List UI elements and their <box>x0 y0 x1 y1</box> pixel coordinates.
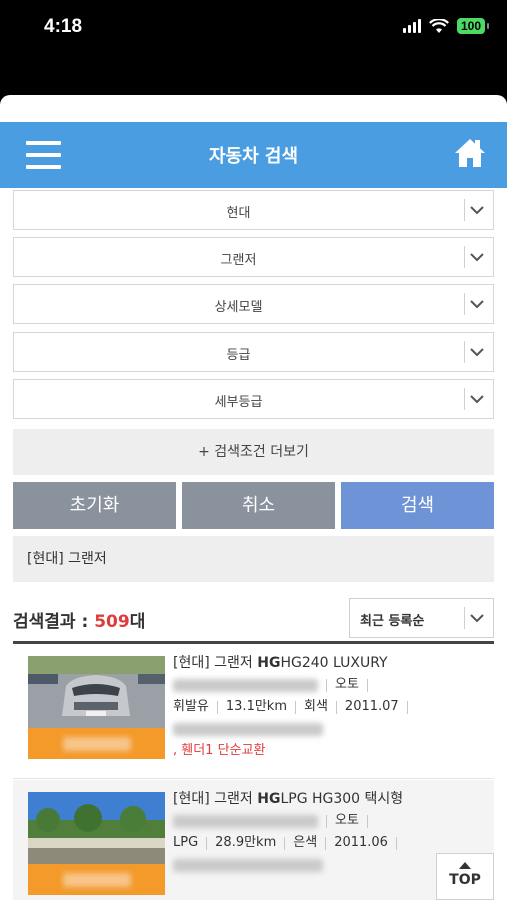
battery-indicator: 100 <box>456 18 490 34</box>
listing-title[interactable]: [현대] 그랜저 HGHG240 LUXURY <box>173 652 490 674</box>
blurred-text <box>173 678 318 692</box>
status-indicators: 100 <box>402 18 490 34</box>
blurred-text <box>173 814 318 828</box>
select-divider <box>464 293 465 315</box>
cellular-signal-icon <box>402 19 421 33</box>
blurred-text <box>173 722 323 736</box>
model-year: 2011.07 <box>344 699 399 714</box>
chevron-down-icon <box>470 206 484 215</box>
chevron-down-icon <box>470 253 484 262</box>
separator <box>335 700 337 714</box>
detail-model-select[interactable]: 상세모델 <box>13 284 494 324</box>
thumbnail-label-bar <box>28 728 165 759</box>
app-sheet: 자동차 검색 현대 그랜저 상세모델 등급 세부등급 + 검색조건 더보기 초기… <box>0 95 507 900</box>
title-bold: HG <box>257 655 281 671</box>
chevron-down-icon <box>470 395 484 404</box>
grade-select[interactable]: 등급 <box>13 332 494 372</box>
transmission: 오토 <box>335 677 359 692</box>
listing-info: [현대] 그랜저 HGHG240 LUXURY 오토 휘발유 13.1만km 회… <box>173 652 490 762</box>
listing-specs: 휘발유 13.1만km 회색 2011.07 <box>173 696 490 718</box>
car-color: 회색 <box>304 699 328 714</box>
fuel-type: 휘발유 <box>173 699 209 714</box>
separator <box>206 836 208 850</box>
sub-grade-select[interactable]: 세부등급 <box>13 379 494 419</box>
condition-summary: [현대] 그랜저 <box>13 536 494 582</box>
title-prefix: [현대] 그랜저 <box>173 655 258 671</box>
select-divider <box>464 199 465 221</box>
blurred-text <box>173 858 323 872</box>
fuel-type: LPG <box>173 835 199 850</box>
chevron-down-icon <box>470 300 484 309</box>
chevron-down-icon <box>470 614 484 623</box>
car-thumbnail[interactable] <box>28 792 165 895</box>
separator <box>295 700 296 714</box>
separator <box>406 700 408 714</box>
title-suffix: HG240 LUXURY <box>280 655 388 671</box>
result-count: 509 <box>94 612 130 632</box>
status-bar: 4:18 100 <box>0 0 507 60</box>
car-color: 은색 <box>293 835 318 850</box>
model-year: 2011.06 <box>334 835 388 850</box>
scroll-top-label: TOP <box>449 872 481 888</box>
separator <box>395 836 397 850</box>
separator <box>325 836 327 850</box>
blurred-text <box>63 873 131 887</box>
select-divider <box>464 341 465 363</box>
car-photo <box>28 656 165 728</box>
result-label-text: 검색결과 : <box>13 612 95 632</box>
chevron-down-icon <box>470 348 484 357</box>
model-select[interactable]: 그랜저 <box>13 237 494 277</box>
grade-select-value: 등급 <box>226 348 251 363</box>
listing-line-1: 오토 <box>173 810 490 832</box>
separator <box>284 836 286 850</box>
home-icon[interactable] <box>453 136 487 170</box>
select-divider <box>464 607 465 629</box>
title-suffix: LPG HG300 택시형 <box>280 791 404 807</box>
app-header: 자동차 검색 <box>0 122 507 188</box>
select-divider <box>464 388 465 410</box>
separator <box>366 814 368 828</box>
transmission: 오토 <box>335 813 359 828</box>
detail-model-select-value: 상세모델 <box>214 300 263 315</box>
maker-select-value: 현대 <box>226 206 251 221</box>
listing-line-1: 오토 <box>173 674 490 696</box>
result-unit: 대 <box>129 612 146 632</box>
model-select-value: 그랜저 <box>220 253 257 268</box>
separator <box>326 678 327 692</box>
status-time: 4:18 <box>44 16 83 37</box>
maker-select[interactable]: 현대 <box>13 190 494 230</box>
sort-select-value: 최근 등록순 <box>360 614 425 629</box>
arrow-up-icon <box>459 862 471 869</box>
select-divider <box>464 246 465 268</box>
car-photo <box>28 792 165 864</box>
scroll-top-button[interactable]: TOP <box>436 853 494 900</box>
sub-grade-select-value: 세부등급 <box>214 395 263 410</box>
separator <box>216 700 218 714</box>
result-header: 검색결과 : 509대 최근 등록순 <box>13 598 494 638</box>
thumbnail-label-bar <box>28 864 165 895</box>
result-count-label: 검색결과 : 509대 <box>13 607 145 632</box>
title-bold: HG <box>257 791 281 807</box>
mileage: 28.9만km <box>215 835 277 850</box>
listing-item[interactable]: [현대] 그랜저 HGLPG HG300 택시형 오토 LPG 28.9만km … <box>13 780 494 900</box>
page-title: 자동차 검색 <box>208 146 299 167</box>
sort-select[interactable]: 최근 등록순 <box>349 598 494 638</box>
car-thumbnail[interactable] <box>28 656 165 759</box>
separator <box>326 814 327 828</box>
listing-item[interactable]: [현대] 그랜저 HGHG240 LUXURY 오토 휘발유 13.1만km 회… <box>13 644 494 779</box>
listing-title[interactable]: [현대] 그랜저 HGLPG HG300 택시형 <box>173 788 490 810</box>
cancel-button[interactable]: 취소 <box>182 482 335 529</box>
separator <box>366 678 368 692</box>
listing-specs: LPG 28.9만km 은색 2011.06 <box>173 832 490 854</box>
reset-button[interactable]: 초기화 <box>13 482 176 529</box>
title-prefix: [현대] 그랜저 <box>173 791 258 807</box>
more-conditions-button[interactable]: + 검색조건 더보기 <box>13 429 494 475</box>
mileage: 13.1만km <box>225 699 287 714</box>
blurred-text <box>63 737 131 751</box>
wifi-icon <box>428 18 449 33</box>
listing-line-3 <box>173 718 490 740</box>
accident-note: , 휀더1 단순교환 <box>173 743 266 758</box>
search-button[interactable]: 검색 <box>341 482 494 529</box>
